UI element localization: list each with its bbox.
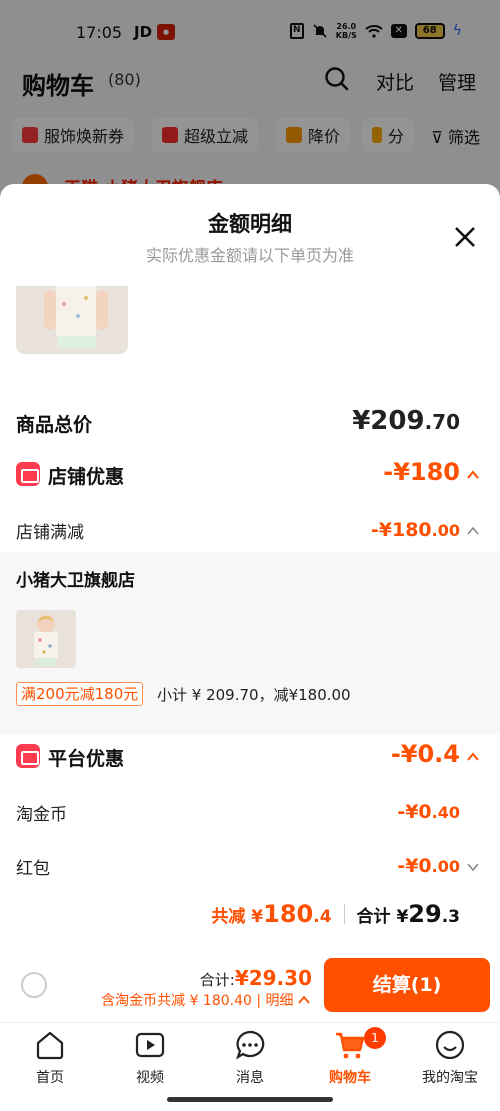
platform-discount-label: 平台优惠 [48, 748, 125, 770]
message-icon [236, 1030, 265, 1060]
chevron-up-icon[interactable] [466, 750, 480, 764]
summary-reduce-main: 180 [263, 900, 314, 928]
total-price-value: ¥209.70 [352, 406, 460, 436]
sheet-summary: 共减 ¥180.4 合计 ¥29.3 [211, 900, 460, 928]
checkout-total-label: 合计: [199, 971, 235, 989]
summary-total-decimal: .3 [441, 907, 460, 927]
redpacket-value[interactable]: -¥0.00 [397, 855, 460, 877]
platform-discount-icon [16, 744, 40, 768]
summary-divider [343, 904, 345, 924]
checkout-bar: 合计:¥29.30 含淘金币共减 ¥ 180.40 | 明细 结算(1) [0, 954, 500, 1020]
taojinbi-main: -¥0 [397, 801, 432, 823]
checkout-total: 合计:¥29.30 [200, 966, 312, 990]
nav-label: 我的淘宝 [422, 1070, 478, 1086]
checkout-button[interactable]: 结算(1) [324, 958, 490, 1012]
summary-total-prefix: 合计 ¥ [356, 907, 409, 927]
nav-label: 首页 [36, 1070, 64, 1086]
promo-tag: 满200元减180元 [16, 682, 144, 706]
sheet-subtitle: 实际优惠金额请以下单页为准 [145, 246, 354, 265]
store-subtotal: 小计 ¥ 209.70，减¥180.00 [157, 686, 351, 704]
store-full-reduction-label: 店铺满减 [16, 523, 84, 543]
redpacket-label: 红包 [16, 859, 50, 879]
chevron-up-icon [298, 995, 310, 1004]
total-price-main: ¥209 [352, 406, 425, 436]
summary-reduce-decimal: .4 [313, 907, 332, 927]
video-icon [135, 1032, 165, 1058]
nav-item-video[interactable]: 视频 [100, 1023, 200, 1091]
summary-reduce: 共减 ¥180.4 [211, 900, 331, 928]
redpacket-decimal: .00 [431, 857, 460, 876]
chevron-down-icon[interactable] [466, 860, 480, 874]
total-price-label: 商品总价 [16, 414, 93, 436]
nav-label: 购物车 [329, 1070, 371, 1086]
store-discount-icon [16, 462, 40, 486]
store-full-reduction-value[interactable]: -¥180.00 [371, 519, 460, 541]
home-indicator[interactable] [167, 1097, 333, 1102]
nav-item-cart[interactable]: 1 购物车 [300, 1023, 400, 1091]
nav-label: 视频 [136, 1070, 164, 1086]
profile-icon [435, 1030, 465, 1060]
cart-badge: 1 [364, 1027, 386, 1049]
product-image [16, 286, 128, 354]
total-price-decimal: .70 [424, 410, 460, 434]
store-detail-name: 小猪大卫旗舰店 [16, 571, 135, 591]
taojinbi-decimal: .40 [431, 803, 460, 822]
store-full-reduction-main: -¥180 [370, 519, 432, 541]
nav-item-home[interactable]: 首页 [0, 1023, 100, 1091]
chevron-up-icon[interactable] [466, 468, 480, 482]
bottom-nav: 首页 视频 消息 1 购物车 我的淘宝 [0, 1022, 500, 1090]
checkout-total-value: ¥29.30 [234, 966, 312, 990]
redpacket-main: -¥0 [397, 855, 432, 877]
summary-reduce-prefix: 共减 ¥ [211, 907, 264, 927]
store-full-reduction-decimal: .00 [431, 521, 460, 540]
platform-discount-value[interactable]: -¥0.4 [391, 740, 460, 768]
nav-item-messages[interactable]: 消息 [200, 1023, 300, 1091]
store-detail-box: 小猪大卫旗舰店 满200元减180元 小计 ¥ 209.70，减¥180.00 [0, 552, 500, 734]
chevron-up-icon[interactable] [466, 524, 480, 538]
nav-label: 消息 [236, 1070, 264, 1086]
taojinbi-label: 淘金币 [16, 805, 67, 825]
select-all-radio[interactable] [21, 972, 47, 998]
summary-total: 合计 ¥29.3 [357, 900, 460, 928]
product-thumbnail [16, 610, 76, 668]
nav-item-profile[interactable]: 我的淘宝 [400, 1023, 500, 1091]
close-icon[interactable] [448, 220, 482, 254]
taojinbi-value: -¥0.40 [397, 801, 460, 823]
store-discount-label: 店铺优惠 [48, 466, 125, 488]
cart-icon [336, 1032, 365, 1059]
checkout-detail-text: 含淘金币共减 ¥ 180.40 | 明细 [101, 993, 294, 1009]
store-discount-value[interactable]: -¥180 [383, 458, 460, 486]
sheet-title: 金额明细 [208, 212, 292, 236]
home-icon [36, 1031, 64, 1060]
checkout-detail-toggle[interactable]: 含淘金币共减 ¥ 180.40 | 明细 [101, 990, 310, 1010]
summary-total-main: 29 [408, 900, 442, 928]
